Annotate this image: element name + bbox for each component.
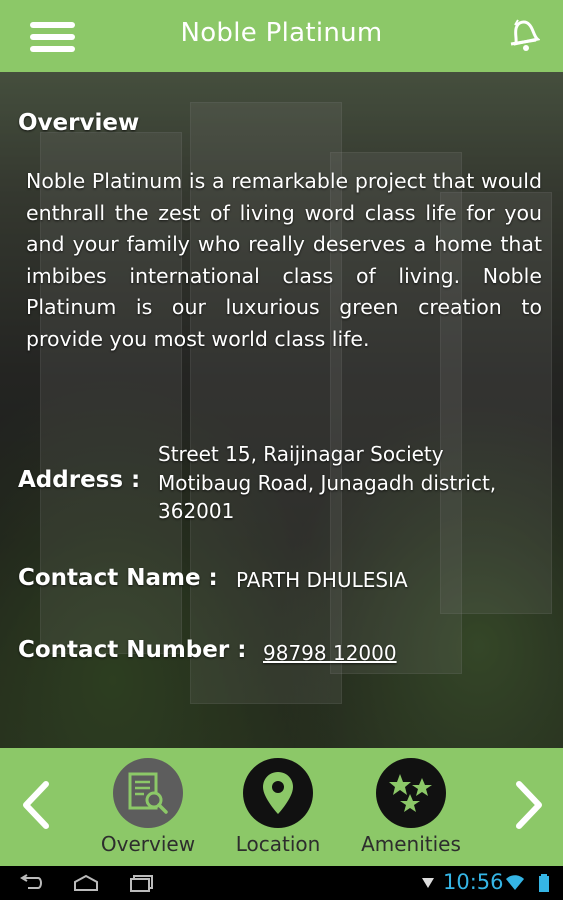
map-pin-icon bbox=[263, 772, 293, 814]
nav-location-label: Location bbox=[235, 832, 321, 856]
app-bar: Noble Platinum bbox=[0, 0, 563, 73]
nav-overview-label: Overview bbox=[100, 832, 196, 856]
nav-location[interactable]: Location bbox=[213, 758, 343, 856]
wifi-icon bbox=[506, 875, 524, 890]
contact-number-link[interactable]: 98798 12000 bbox=[263, 641, 397, 665]
chevron-right-icon[interactable] bbox=[511, 780, 547, 830]
page-title: Noble Platinum bbox=[180, 18, 383, 48]
bell-icon[interactable] bbox=[506, 16, 540, 54]
download-notification-icon bbox=[422, 878, 434, 888]
chevron-left-icon[interactable] bbox=[18, 780, 54, 830]
document-search-icon bbox=[128, 772, 168, 814]
overview-heading: Overview bbox=[18, 110, 140, 136]
nav-amenities[interactable]: Amenities bbox=[346, 758, 476, 856]
contact-number-label: Contact Number : bbox=[18, 637, 247, 663]
overview-description: Noble Platinum is a remarkable project t… bbox=[26, 169, 542, 351]
stars-icon bbox=[389, 774, 432, 812]
overview-nav-button[interactable] bbox=[113, 758, 183, 828]
contact-name-label: Contact Name : bbox=[18, 565, 218, 591]
home-icon[interactable] bbox=[72, 874, 100, 892]
battery-icon bbox=[539, 874, 549, 892]
recent-apps-icon[interactable] bbox=[128, 874, 156, 892]
back-icon[interactable] bbox=[18, 874, 44, 892]
address-label: Address : bbox=[18, 467, 141, 493]
system-bar: 10:56 bbox=[0, 866, 563, 900]
nav-overview[interactable]: Overview bbox=[83, 758, 213, 856]
bottom-nav: Overview Location Amenities bbox=[0, 748, 563, 866]
contact-name-value: PARTH DHULESIA bbox=[236, 568, 408, 592]
nav-amenities-label: Amenities bbox=[361, 832, 461, 856]
location-nav-button[interactable] bbox=[243, 758, 313, 828]
address-value: Street 15, Raijinagar Society Motibaug R… bbox=[158, 440, 548, 526]
address-line: 362001 bbox=[158, 499, 235, 523]
address-line: Motibaug Road, Junagadh district, bbox=[158, 470, 497, 495]
amenities-nav-button[interactable] bbox=[376, 758, 446, 828]
overview-content[interactable]: Overview Noble Platinum is a remarkable … bbox=[0, 72, 563, 748]
address-line: Street 15, Raijinagar Society bbox=[158, 442, 444, 466]
status-clock: 10:56 bbox=[443, 870, 504, 894]
